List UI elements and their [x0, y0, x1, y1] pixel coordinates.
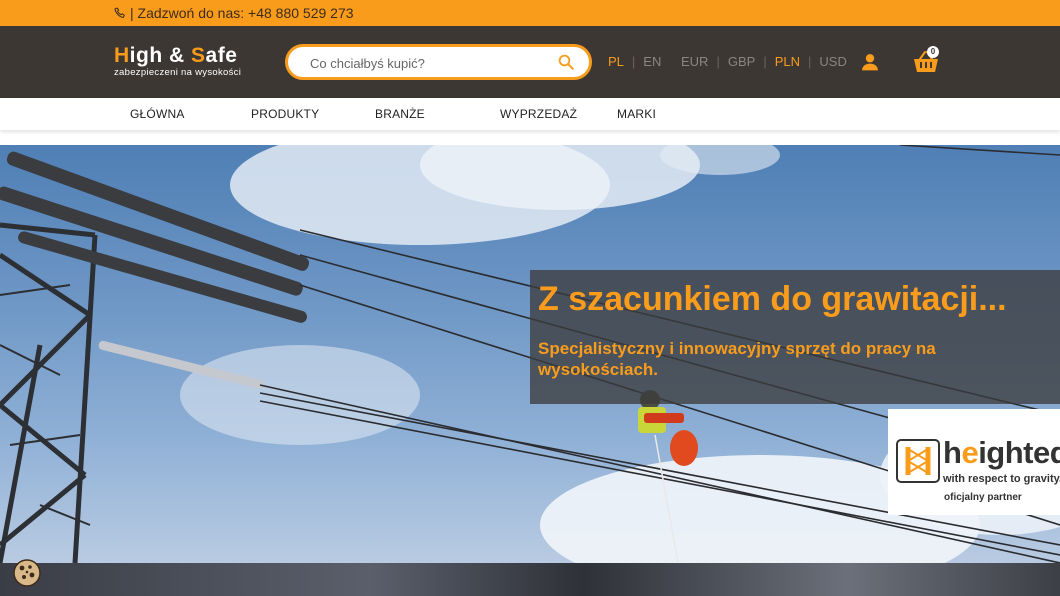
hero-title: Z szacunkiem do grawitacji... [538, 280, 1007, 318]
separator: | [763, 54, 767, 69]
hero-subtitle: Specjalistyczny i innowacyjny sprzęt do … [538, 339, 936, 379]
currency-eur[interactable]: EUR [681, 54, 708, 69]
partner-name: heighteq [943, 435, 1060, 470]
phone-icon [114, 7, 125, 18]
nav-item-brands[interactable]: MARKI [617, 107, 656, 121]
search-icon[interactable] [557, 53, 575, 71]
search-input[interactable] [310, 53, 550, 73]
hero-text-box: Z szacunkiem do grawitacji... Specjalist… [530, 270, 1060, 404]
currency-switcher: EUR | GBP | PLN | USD [681, 54, 847, 69]
logo-wordmark: High & Safe [114, 44, 238, 67]
separator: | [631, 54, 636, 69]
user-icon[interactable] [860, 52, 880, 72]
main-nav: GŁÓWNA PRODUKTY BRANŻE WYPRZEDAŻ MARKI [0, 98, 1060, 130]
heighteq-logo-icon [896, 439, 940, 483]
logo[interactable]: High & Safe zabezpieczeni na wysokości [114, 45, 274, 79]
nav-item-industries[interactable]: BRANŻE [375, 107, 425, 121]
phone-contact[interactable]: | Zadzwoń do nas: +48 880 529 273 [113, 5, 354, 21]
logo-tagline: zabezpieczeni na wysokości [114, 67, 242, 78]
language-switcher: PL | EN [608, 54, 661, 69]
hero-banner[interactable]: Z szacunkiem do grawitacji... Specjalist… [0, 145, 1060, 563]
nav-item-products[interactable]: PRODUKTY [251, 107, 319, 121]
cookie-icon[interactable] [12, 558, 42, 588]
partner-tagline: with respect to gravity. [943, 473, 1060, 485]
phone-text: | Zadzwoń do nas: +48 880 529 273 [130, 5, 354, 21]
currency-usd[interactable]: USD [819, 54, 846, 69]
nav-item-sale[interactable]: WYPRZEDAŻ [500, 107, 577, 121]
nav-item-home[interactable]: GŁÓWNA [130, 107, 185, 121]
header: High & Safe zabezpieczeni na wysokości P… [0, 26, 1060, 98]
cart-count-badge: 0 [927, 46, 939, 58]
currency-pln[interactable]: PLN [775, 54, 800, 69]
next-section-preview [0, 563, 1060, 596]
search-bar [285, 44, 592, 80]
partner-note: oficjalny partner [944, 492, 1022, 503]
lang-pl[interactable]: PL [608, 54, 624, 69]
partner-badge[interactable]: heighteq with respect to gravity. oficja… [888, 409, 1060, 515]
currency-gbp[interactable]: GBP [728, 54, 755, 69]
lang-en[interactable]: EN [643, 54, 661, 69]
separator: | [808, 54, 812, 69]
separator: | [716, 54, 720, 69]
top-bar: | Zadzwoń do nas: +48 880 529 273 [0, 0, 1060, 26]
